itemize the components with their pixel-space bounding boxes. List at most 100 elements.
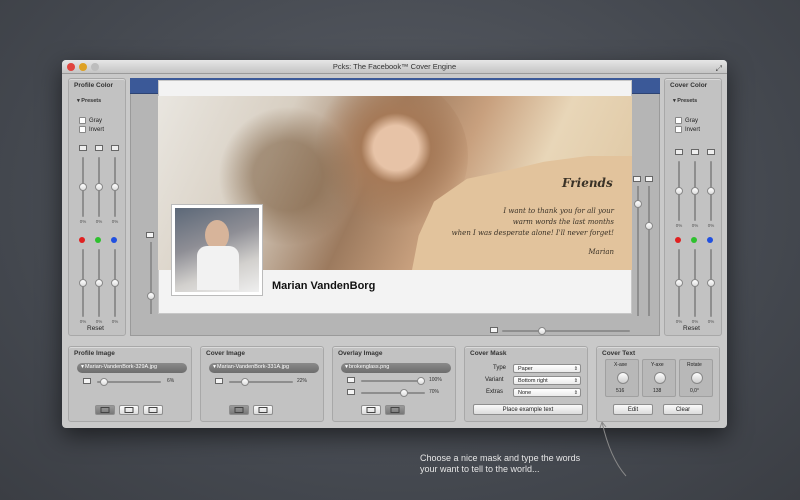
slider-knob[interactable] <box>675 279 683 287</box>
edit-text-button[interactable]: Edit <box>613 404 653 415</box>
cover-sliders-top: 0% 0% 0% <box>675 161 715 228</box>
overlay-fit-mode-button[interactable] <box>385 405 405 415</box>
slider-knob[interactable] <box>111 279 119 287</box>
cover-image-slider[interactable] <box>229 378 293 386</box>
cover-slider-2[interactable]: 0% <box>691 161 699 228</box>
cover-green-slider[interactable]: 0% <box>691 249 699 324</box>
slider-knob[interactable] <box>691 279 699 287</box>
profile-presets-dropdown[interactable]: ▾ Presets <box>69 96 125 106</box>
rotate-box: Rotate 0,0° <box>679 359 713 397</box>
cover-red-slider[interactable]: 0% <box>675 249 683 324</box>
cover-image-percent: 22% <box>297 378 308 384</box>
slider-knob[interactable] <box>95 279 103 287</box>
checkbox-box <box>675 126 682 133</box>
blend-icon <box>347 389 355 395</box>
mask-extras-select[interactable]: None ⇕ <box>513 388 581 397</box>
mask-type-select[interactable]: Paper ⇕ <box>513 364 581 373</box>
profile-image-file-select[interactable]: ▼ Marian-VandenBork-329A.jpg <box>77 363 187 373</box>
profile-vertical-slider[interactable] <box>147 242 155 314</box>
triangle-icon: ▼ <box>212 364 217 370</box>
cover-presets-dropdown[interactable]: ▾ Presets <box>665 96 721 106</box>
xaxe-knob[interactable] <box>617 372 629 384</box>
overlay-fill-mode-button[interactable] <box>361 405 381 415</box>
cover-gray-checkbox[interactable]: Gray <box>665 116 721 125</box>
cover-vertical-slider-2[interactable] <box>645 186 653 316</box>
slider-knob[interactable] <box>147 292 155 300</box>
slider-knob[interactable] <box>100 378 109 386</box>
image-icon <box>347 377 355 383</box>
clear-text-button[interactable]: Clear <box>663 404 703 415</box>
profile-slider-2[interactable]: 0% <box>95 157 103 224</box>
zoom-window-button[interactable] <box>91 63 99 71</box>
cover-channel-icons <box>675 149 715 155</box>
cover-vertical-slider-1[interactable] <box>634 186 642 316</box>
profile-image-slider[interactable] <box>97 378 161 386</box>
profile-green-slider[interactable]: 0% <box>95 249 103 324</box>
mask-variant-select[interactable]: Bottom right ⇕ <box>513 376 581 385</box>
slider-knob[interactable] <box>79 183 87 191</box>
cover-image-file-select[interactable]: ▼ Marian-VandenBork-331A.jpg <box>209 363 319 373</box>
place-example-text-button[interactable]: Place example text <box>473 404 583 415</box>
minimize-window-button[interactable] <box>79 63 87 71</box>
fullscreen-icon[interactable]: ⤢ <box>716 62 722 76</box>
mask-type-label: Type <box>493 365 507 371</box>
overlay-image-panel: Overlay Image ▼ brokenglass.png 100% 70% <box>332 346 456 422</box>
slider-knob[interactable] <box>400 389 409 397</box>
slider-knob[interactable] <box>79 279 87 287</box>
overlay-image-file-select[interactable]: ▼ brokenglass.png <box>341 363 451 373</box>
slider-knob[interactable] <box>634 200 642 208</box>
cover-color-title: Cover Color <box>670 82 708 89</box>
preview-zoom-icon <box>490 327 498 333</box>
cover-slider-1[interactable]: 0% <box>675 161 683 228</box>
fit-mode-button[interactable] <box>119 405 139 415</box>
slider-knob[interactable] <box>111 183 119 191</box>
cover-gray-label: Gray <box>685 117 699 124</box>
yaxe-knob[interactable] <box>654 372 666 384</box>
mask-type-value: Paper <box>518 366 533 372</box>
slider-knob[interactable] <box>707 187 715 195</box>
cover-invert-label: Invert <box>685 126 701 133</box>
profile-rgb-dots <box>79 237 117 243</box>
profile-invert-checkbox[interactable]: Invert <box>69 125 125 134</box>
slider-knob[interactable] <box>95 183 103 191</box>
profile-blue-slider[interactable]: 0% <box>111 249 119 324</box>
slider-knob[interactable] <box>538 327 546 335</box>
brightness-icon <box>675 149 683 155</box>
cover-blue-slider[interactable]: 0% <box>707 249 715 324</box>
slider-knob[interactable] <box>241 378 250 386</box>
overlay-opacity-slider[interactable] <box>361 377 425 385</box>
slider-knob[interactable] <box>707 279 715 287</box>
cover-fill-mode-button[interactable] <box>229 405 249 415</box>
profile-reset-button[interactable]: Reset <box>87 325 104 332</box>
profile-slider-3[interactable]: 0% <box>111 157 119 224</box>
profile-red-slider[interactable]: 0% <box>79 249 87 324</box>
triangle-icon: ▼ <box>344 364 349 370</box>
fill-mode-button[interactable] <box>95 405 115 415</box>
cover-fit-mode-button[interactable] <box>253 405 273 415</box>
overlay-blend-slider[interactable] <box>361 389 425 397</box>
slider-knob[interactable] <box>417 377 425 385</box>
profile-slider-1[interactable]: 0% <box>79 157 87 224</box>
slider-knob[interactable] <box>691 187 699 195</box>
close-window-button[interactable] <box>67 63 75 71</box>
cover-slider-3[interactable]: 0% <box>707 161 715 228</box>
cover-red-percent: 0% <box>675 319 683 324</box>
preview-zoom-slider[interactable] <box>502 327 630 335</box>
rotate-knob[interactable] <box>691 372 703 384</box>
cover-presets-label: Presets <box>677 98 698 104</box>
friends-heading: Friends <box>562 176 613 190</box>
slider-knob[interactable] <box>675 187 683 195</box>
cover-blue-percent: 0% <box>707 319 715 324</box>
slider-knob[interactable] <box>645 222 653 230</box>
message-line-2: warm words the last months <box>512 218 614 226</box>
yaxe-box: Y-axe 138 <box>642 359 676 397</box>
profile-gray-checkbox[interactable]: Gray <box>69 116 125 125</box>
cover-reset-button[interactable]: Reset <box>683 325 700 332</box>
profile-picture[interactable] <box>171 204 263 296</box>
cover-zoom-icon-1 <box>633 176 641 182</box>
cover-sliders-bottom: 0% 0% 0% <box>675 249 715 324</box>
profile-color-panel: Profile Color ▾ Presets Gray Invert 0% 0… <box>68 78 126 336</box>
original-mode-button[interactable] <box>143 405 163 415</box>
cover-invert-checkbox[interactable]: Invert <box>665 125 721 134</box>
mask-variant-value: Bottom right <box>518 378 548 384</box>
